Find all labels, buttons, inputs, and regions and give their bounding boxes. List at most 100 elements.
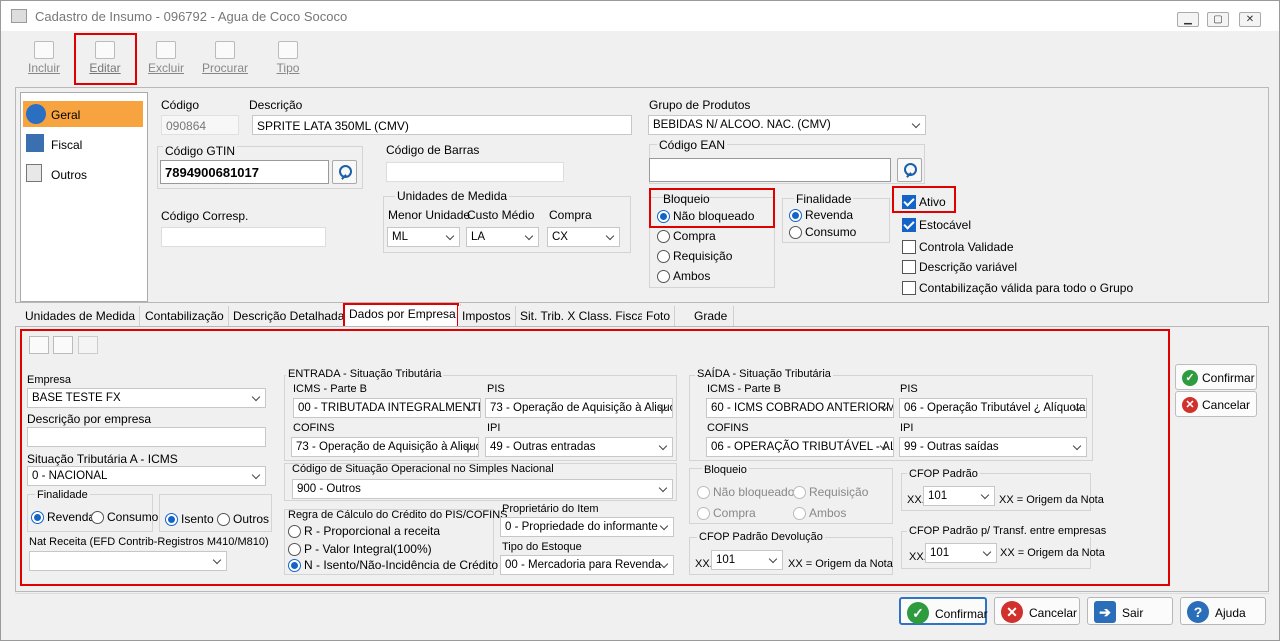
nav-item-geral[interactable]: Geral xyxy=(23,101,143,127)
estocavel-checkbox[interactable]: Estocável xyxy=(902,218,971,232)
bloqueio-nao-radio[interactable]: Não bloqueado xyxy=(657,209,754,223)
compra-select[interactable]: CX xyxy=(547,227,620,247)
nav-item-fiscal[interactable]: Fiscal xyxy=(23,131,143,157)
button-label: Cancelar xyxy=(1202,398,1251,412)
tipo-button[interactable]: Tipo xyxy=(259,37,317,81)
editar-label: Editar xyxy=(89,61,121,75)
emp-consumo-radio[interactable]: Consumo xyxy=(91,510,158,524)
maximize-button[interactable]: ▢ xyxy=(1207,12,1229,27)
emp-delete-button[interactable] xyxy=(78,336,98,354)
emp-add-button[interactable] xyxy=(29,336,49,354)
minimize-button[interactable]: ▁ xyxy=(1177,12,1199,27)
tab-impostos[interactable]: Impostos xyxy=(458,306,516,326)
barras-label: Código de Barras xyxy=(386,143,480,157)
regra-r-radio[interactable]: R - Proporcional a receita xyxy=(288,524,440,538)
custo-select[interactable]: LA xyxy=(466,227,539,247)
cancelar-button[interactable]: ✕ Cancelar xyxy=(994,597,1080,625)
s-ipi-label: IPI xyxy=(900,422,914,434)
tab-dados-empresa[interactable]: Dados por Empresa xyxy=(345,304,461,327)
tipo-estoque-label: Tipo do Estoque xyxy=(502,541,582,553)
emp-bl-compra-radio[interactable]: Compra xyxy=(697,506,756,520)
menor-select[interactable]: ML xyxy=(387,227,460,247)
tab-foto[interactable]: Foto xyxy=(642,306,676,326)
ativo-checkbox[interactable]: Ativo xyxy=(902,195,946,209)
s-ipi-select[interactable]: 99 - Outras saídas xyxy=(899,437,1087,457)
bloqueio-ambos-radio[interactable]: Ambos xyxy=(657,269,710,283)
emp-revenda-radio[interactable]: Revenda xyxy=(31,510,95,524)
e-pis-select[interactable]: 73 - Operação de Aquisição à Aliquota Z xyxy=(485,398,673,418)
editar-button[interactable]: Editar xyxy=(76,37,134,81)
proprietario-select[interactable]: 0 - Propriedade do informante xyxy=(500,517,674,537)
bloqueio-requisicao-radio[interactable]: Requisição xyxy=(657,249,732,263)
tipo-estoque-select[interactable]: 00 - Mercadoria para Revenda xyxy=(500,555,674,575)
csosn-select[interactable]: 900 - Outros xyxy=(292,479,673,499)
nat-receita-select[interactable] xyxy=(29,551,227,571)
excluir-label: Excluir xyxy=(147,61,184,75)
excluir-button[interactable]: Excluir xyxy=(137,37,195,81)
regra-label: Regra de Cálculo do Crédito do PIS/COFIN… xyxy=(288,509,508,521)
ajuda-button[interactable]: ? Ajuda xyxy=(1180,597,1266,625)
nav-item-outros[interactable]: Outros xyxy=(23,161,143,187)
emp-edit-button[interactable] xyxy=(53,336,73,354)
e-ipi-select[interactable]: 49 - Outras entradas xyxy=(485,437,673,457)
emp-isento-radio[interactable]: Isento xyxy=(165,512,214,526)
procurar-button[interactable]: Procurar xyxy=(196,37,254,81)
cfopdev-select[interactable]: 101 xyxy=(711,550,783,570)
emp-bl-ambos-radio[interactable]: Ambos xyxy=(793,506,846,520)
desc-empresa-field[interactable] xyxy=(27,427,266,447)
sair-button[interactable]: ➔ Sair xyxy=(1087,597,1173,625)
e-cofins-select[interactable]: 73 - Operação de Aquisição à Aliquota Z xyxy=(291,437,479,457)
cfopdev-origem: XX = Origem da Nota xyxy=(788,558,893,570)
emp-outros-radio[interactable]: Outros xyxy=(217,512,269,526)
nav-label: Outros xyxy=(51,168,88,182)
cfop-select[interactable]: 101 xyxy=(923,486,995,506)
delete-document-icon xyxy=(156,41,176,59)
close-button[interactable]: ✕ xyxy=(1239,12,1261,27)
finalidade-revenda-radio[interactable]: Revenda xyxy=(789,208,853,222)
ean-search-button[interactable] xyxy=(897,158,922,182)
descricao-field[interactable]: SPRITE LATA 350ML (CMV) xyxy=(252,115,632,135)
descricao-variavel-checkbox[interactable]: Descrição variável xyxy=(902,260,1017,274)
csosn-label: Código de Situação Operacional no Simple… xyxy=(292,463,554,475)
globe-icon xyxy=(26,104,46,124)
finalidade-consumo-radio[interactable]: Consumo xyxy=(789,225,856,239)
sit-trib-label: Situação Tributária A - ICMS xyxy=(27,452,178,466)
s-cofins-select[interactable]: 06 - OPERAÇÃO TRIBUTÁVEL - ALÍQU xyxy=(706,437,894,457)
empresa-select[interactable]: BASE TESTE FX xyxy=(27,388,266,408)
cfoptr-origem: XX = Origem da Nota xyxy=(1000,547,1105,559)
tab-unidades[interactable]: Unidades de Medida xyxy=(21,306,141,326)
sit-trib-select[interactable]: 0 - NACIONAL xyxy=(27,466,266,486)
gtin-field[interactable]: 7894900681017 xyxy=(160,160,329,184)
regra-p-radio[interactable]: P - Valor Integral(100%) xyxy=(288,542,432,556)
e-icms-select[interactable]: 00 - TRIBUTADA INTEGRALMENTE xyxy=(293,398,481,418)
emp-bl-nao-radio[interactable]: Não bloqueado xyxy=(697,485,794,499)
tab-sit-trib[interactable]: Sit. Trib. X Class. Fiscal xyxy=(516,306,652,326)
tab-descricao-detalhada[interactable]: Descrição Detalhada xyxy=(229,306,350,326)
regra-n-radio[interactable]: N - Isento/Não-Incidência de Crédito xyxy=(288,558,498,572)
help-icon: ? xyxy=(1187,601,1209,623)
ean-field[interactable] xyxy=(649,158,891,182)
emp-bl-req-radio[interactable]: Requisição xyxy=(793,485,868,499)
emp-cancelar-button[interactable]: ✕ Cancelar xyxy=(1175,391,1257,417)
cfoptr-select[interactable]: 101 xyxy=(925,543,997,563)
search-document-icon xyxy=(215,41,235,59)
emp-confirmar-button[interactable]: ✓ Confirmar xyxy=(1175,364,1257,390)
gtin-search-button[interactable] xyxy=(332,160,357,184)
check-icon: ✓ xyxy=(1182,370,1198,386)
barras-field[interactable] xyxy=(386,162,564,182)
s-icms-select[interactable]: 60 - ICMS COBRADO ANTERIORMEN xyxy=(706,398,894,418)
bloqueio-compra-radio[interactable]: Compra xyxy=(657,229,716,243)
incluir-button[interactable]: Incluir xyxy=(15,37,73,81)
confirmar-button[interactable]: ✓ Confirmar xyxy=(899,597,988,625)
window-title: Cadastro de Insumo - 096792 - Agua de Co… xyxy=(35,9,348,24)
e-pis-label: PIS xyxy=(487,383,505,395)
tab-grade[interactable]: Grade xyxy=(690,306,734,326)
s-pis-select[interactable]: 06 - Operação Tributável ¿ Alíquota zero xyxy=(899,398,1087,418)
corresp-field[interactable] xyxy=(161,227,326,247)
controla-validade-checkbox[interactable]: Controla Validade xyxy=(902,240,1014,254)
contabilizacao-checkbox[interactable]: Contabilização válida para todo o Grupo xyxy=(902,281,1133,295)
codigo-field[interactable]: 090864 xyxy=(161,115,239,135)
tab-contabilizacao[interactable]: Contabilização xyxy=(141,306,229,326)
grupo-select[interactable]: BEBIDAS N/ ALCOO. NAC. (CMV) xyxy=(648,115,926,135)
cfop-origem: XX = Origem da Nota xyxy=(999,494,1104,506)
